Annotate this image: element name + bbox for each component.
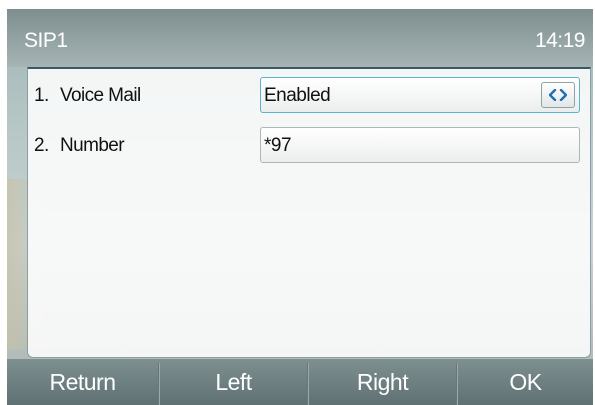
- row-index: 1.: [34, 85, 49, 106]
- number-value: *97: [264, 135, 292, 156]
- right-softkey[interactable]: Right: [309, 359, 456, 405]
- setting-label-text: Voice Mail: [60, 85, 141, 106]
- account-title: SIP1: [24, 29, 68, 52]
- setting-label: 1. Voice Mail: [34, 85, 141, 107]
- voice-mail-value: Enabled: [264, 85, 331, 106]
- return-softkey[interactable]: Return: [7, 359, 158, 405]
- settings-panel: 1. Voice Mail Enabled 2. Number *97: [27, 67, 591, 358]
- clock: 14:19: [534, 29, 586, 52]
- phone-screen: SIP1 14:19 1. Voice Mail Enabled 2. Number…: [7, 9, 593, 405]
- left-softkey[interactable]: Left: [160, 359, 307, 405]
- softkey-bar: Return Left Right OK: [7, 359, 593, 405]
- setting-label-text: Number: [60, 135, 125, 156]
- setting-label: 2. Number: [34, 135, 125, 157]
- left-right-arrows-icon[interactable]: [541, 82, 575, 108]
- number-input[interactable]: *97: [260, 127, 580, 163]
- status-bar: SIP1 14:19: [7, 9, 593, 67]
- ok-softkey[interactable]: OK: [458, 359, 593, 405]
- setting-row-number[interactable]: 2. Number *97: [28, 125, 590, 167]
- setting-row-voice-mail[interactable]: 1. Voice Mail Enabled: [28, 75, 590, 117]
- voice-mail-select[interactable]: Enabled: [260, 77, 580, 113]
- row-index: 2.: [34, 135, 49, 156]
